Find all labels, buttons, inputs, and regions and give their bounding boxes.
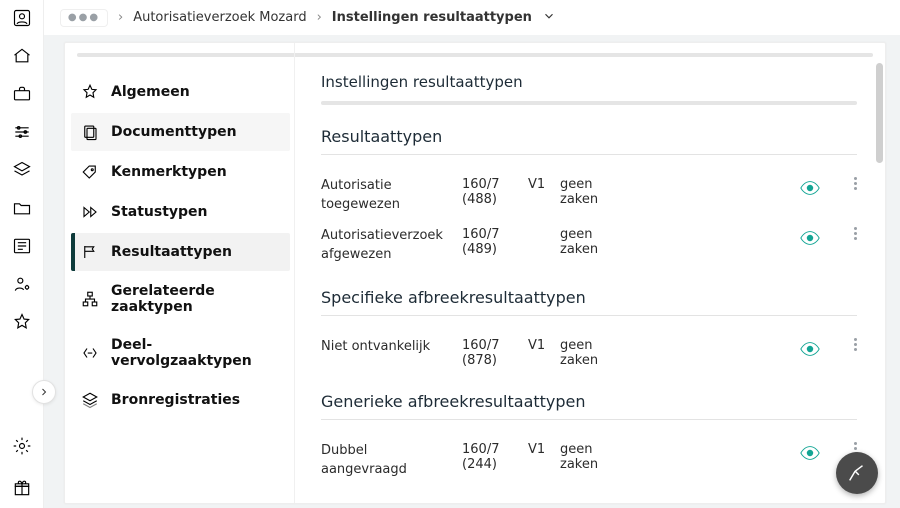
sidebar-item-deel-vervolgzaaktypen[interactable]: Deel-vervolgzaaktypen <box>71 327 290 379</box>
row-status: geen zaken <box>560 177 630 207</box>
sidebar-item-bronregistraties[interactable]: Bronregistraties <box>71 381 290 419</box>
fast-forward-icon <box>81 203 99 221</box>
divider <box>321 101 857 105</box>
row-actions-button[interactable] <box>854 227 857 240</box>
app-rail <box>0 0 44 508</box>
section-heading: Resultaattypen <box>321 127 857 146</box>
main-panel: Algemeen Documenttypen Kenmerktypen Stat… <box>64 42 886 504</box>
sidebar-item-label: Resultaattypen <box>111 244 232 260</box>
user-settings-icon[interactable] <box>12 274 32 294</box>
row-name: Dubbel aangevraagd <box>321 442 456 480</box>
split-icon <box>81 344 99 362</box>
table-row: Autorisatieverzoek afgewezen 160/7 (489)… <box>321 221 857 271</box>
sidebar-item-documenttypen[interactable]: Documenttypen <box>71 113 290 151</box>
sidebar-item-label: Bronregistraties <box>111 392 240 408</box>
sliders-icon[interactable] <box>12 122 32 142</box>
row-name: Autorisatieverzoek afgewezen <box>321 227 456 265</box>
chevron-down-icon[interactable] <box>542 9 556 27</box>
sidebar-item-kenmerktypen[interactable]: Kenmerktypen <box>71 153 290 191</box>
breadcrumb-level1[interactable]: Autorisatieverzoek Mozard <box>133 10 306 25</box>
sidebar-item-gerelateerde-zaaktypen[interactable]: Gerelateerde zaaktypen <box>71 273 290 325</box>
flag-icon <box>81 243 99 261</box>
row-version: V1 <box>528 338 554 353</box>
divider <box>321 154 857 155</box>
layers-icon[interactable] <box>12 160 32 180</box>
gift-icon[interactable] <box>12 478 32 498</box>
rail-expand-button[interactable] <box>32 380 56 404</box>
settings-sidebar: Algemeen Documenttypen Kenmerktypen Stat… <box>65 43 295 503</box>
visibility-button[interactable] <box>799 177 821 203</box>
visibility-button[interactable] <box>799 227 821 253</box>
sidebar-item-label: Gerelateerde zaaktypen <box>111 283 280 315</box>
sidebar-item-statustypen[interactable]: Statustypen <box>71 193 290 231</box>
section-heading: Specifieke afbreekresultaattypen <box>321 288 857 307</box>
row-code: 160/7 (878) <box>462 338 522 368</box>
tag-icon <box>81 163 99 181</box>
documents-icon <box>81 123 99 141</box>
breadcrumb-current: Instellingen resultaattypen <box>332 10 532 25</box>
home-icon[interactable] <box>12 46 32 66</box>
sidebar-item-label: Documenttypen <box>111 124 237 140</box>
newspaper-icon[interactable] <box>12 236 32 256</box>
section-heading: Generieke afbreekresultaattypen <box>321 392 857 411</box>
table-row: Niet ontvankelijk 160/7 (878) V1 geen za… <box>321 332 857 374</box>
page-title: Instellingen resultaattypen <box>321 73 857 91</box>
divider <box>321 315 857 316</box>
briefcase-icon[interactable] <box>12 84 32 104</box>
row-actions-button[interactable] <box>854 338 857 351</box>
visibility-button[interactable] <box>799 442 821 468</box>
sidebar-item-algemeen[interactable]: Algemeen <box>71 73 290 111</box>
row-code: 160/7 (488) <box>462 177 522 207</box>
table-row: Dubbel aangevraagd 160/7 (244) V1 geen z… <box>321 436 857 486</box>
chevron-right-icon: › <box>118 10 123 25</box>
content-area: Instellingen resultaattypen Resultaattyp… <box>295 43 885 503</box>
gear-icon[interactable] <box>12 436 32 456</box>
breadcrumb-root-menu[interactable]: ●●● <box>60 9 108 27</box>
row-status: geen zaken <box>560 442 630 472</box>
star-icon[interactable] <box>12 312 32 332</box>
visibility-button[interactable] <box>799 338 821 364</box>
chevron-right-icon: › <box>317 10 322 25</box>
sidebar-item-label: Deel-vervolgzaaktypen <box>111 337 280 369</box>
row-actions-button[interactable] <box>854 177 857 190</box>
help-fab[interactable] <box>836 452 878 494</box>
folder-icon[interactable] <box>12 198 32 218</box>
sidebar-item-label: Kenmerktypen <box>111 164 227 180</box>
profile-icon[interactable] <box>12 8 32 28</box>
hierarchy-icon <box>81 290 99 308</box>
row-version: V1 <box>528 177 554 192</box>
sidebar-item-resultaattypen[interactable]: Resultaattypen <box>71 233 290 271</box>
table-row: Autorisatie toegewezen 160/7 (488) V1 ge… <box>321 171 857 221</box>
stack-icon <box>81 391 99 409</box>
sidebar-item-label: Algemeen <box>111 84 190 100</box>
row-status: geen zaken <box>560 227 630 257</box>
row-code: 160/7 (489) <box>462 227 522 257</box>
row-status: geen zaken <box>560 338 630 368</box>
row-name: Autorisatie toegewezen <box>321 177 456 215</box>
star-outline-icon <box>81 83 99 101</box>
row-code: 160/7 (244) <box>462 442 522 472</box>
scrollbar[interactable] <box>876 63 883 443</box>
divider <box>321 419 857 420</box>
row-name: Niet ontvankelijk <box>321 338 456 357</box>
breadcrumb-bar: ●●● › Autorisatieverzoek Mozard › Instel… <box>44 0 900 35</box>
row-version: V1 <box>528 442 554 457</box>
sidebar-item-label: Statustypen <box>111 204 208 220</box>
